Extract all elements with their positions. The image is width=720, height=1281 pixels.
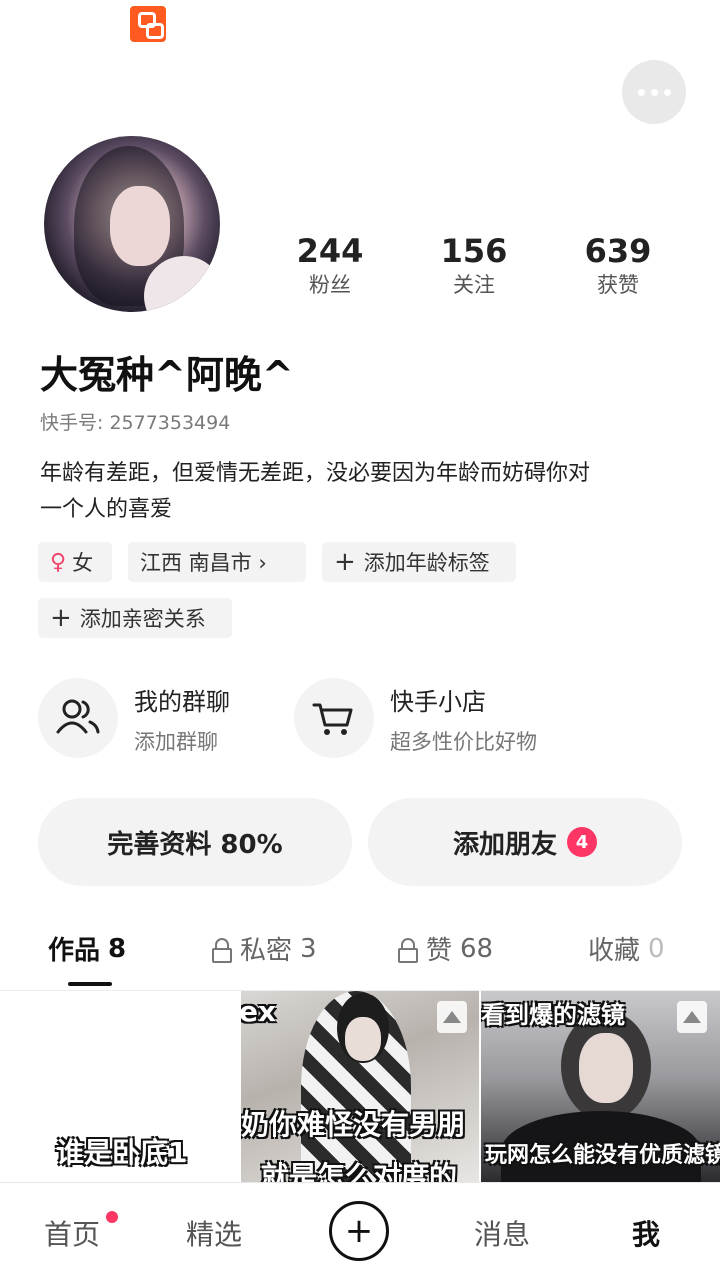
active-tab-indicator [68,982,112,986]
works-grid: 谁是卧底1 ex 奶你难怪没有男朋 就是怎么对度的 看到爆的滤镜 玩网怎么能没有… [0,990,720,1183]
thumbnail-caption: 奶你难怪没有男朋 [241,1108,466,1141]
tab-count: 68 [460,933,494,964]
add-relation-button[interactable]: + 添加亲密关系 [38,598,232,638]
user-id[interactable]: 快手号: 2577353494 [40,408,230,435]
work-thumbnail[interactable]: ex 奶你难怪没有男朋 就是怎么对度的 [241,991,479,1183]
tab-label: 私密 [240,936,293,966]
group-icon [38,678,118,758]
stat-label: 获赞 [597,273,639,297]
shop-subtitle: 超多性价比好物 [390,730,537,754]
thumbnail-caption: 看到爆的滤镜 [481,1001,625,1029]
image-icon [437,1001,467,1033]
tab-count: 8 [108,933,127,964]
add-age-tag-button[interactable]: + 添加年龄标签 [322,542,516,582]
group-chat-subtitle: 添加群聊 [134,730,218,754]
bio-line: 年龄有差距，但爱情无差距，没必要因为年龄而妨碍你对 [40,461,591,486]
thumbnail-caption: 就是怎么对度的 [261,1160,458,1183]
bio[interactable]: 年龄有差距，但爱情无差距，没必要因为年龄而妨碍你对 一个人的喜爱 [40,456,680,528]
work-thumbnail[interactable]: 看到爆的滤镜 玩网怎么能没有优质滤镜 [481,991,720,1183]
nav-me[interactable]: 我 [632,1213,660,1253]
complete-profile-label: 完善资料 80% [107,829,283,860]
plus-icon: + [344,1211,374,1251]
tab-label: 赞 [426,936,453,966]
stat-value: 244 [296,232,364,270]
group-chat-title: 我的群聊 [134,688,230,716]
stat-value: 156 [440,232,508,270]
more-options-button[interactable] [622,60,686,124]
create-button[interactable]: + [329,1201,389,1261]
tab-label: 收藏 [588,936,641,966]
stat-followers[interactable]: 244 粉丝 [260,232,400,300]
add-friends-button[interactable]: 添加朋友 4 [368,798,682,886]
tab-private[interactable]: 私密 3 [212,930,317,967]
app-logo-icon [130,6,166,42]
nickname: 大冤种^阿晚^ [40,353,294,397]
thumbnail-caption: ex [241,995,277,1028]
female-icon: ♀ [50,549,67,575]
lock-icon [212,937,232,963]
plus-icon: + [50,603,72,633]
lock-icon [398,937,418,963]
thumbnail-caption: 谁是卧底1 [56,1136,188,1169]
gender-tag[interactable]: ♀ 女 [38,542,112,582]
add-age-label: 添加年龄标签 [363,551,490,575]
nav-featured[interactable]: 精选 [186,1213,242,1253]
my-group-chat[interactable]: 我的群聊 添加群聊 [38,678,278,758]
add-friends-label: 添加朋友 [452,829,557,860]
image-icon [677,1001,707,1033]
bottom-nav: 首页 精选 + 消息 我 [0,1182,720,1281]
stat-likes[interactable]: 639 获赞 [548,232,688,300]
friend-request-badge: 4 [567,827,597,857]
bio-line: 一个人的喜爱 [40,497,173,522]
tab-favorites[interactable]: 收藏 0 [588,930,665,967]
location-tag[interactable]: 江西 南昌市 › [128,542,306,582]
stat-value: 639 [584,232,652,270]
gender-label: 女 [72,551,94,575]
status-bar [0,0,720,50]
stat-following[interactable]: 156 关注 [404,232,544,300]
plus-icon: + [334,547,356,577]
shop-title: 快手小店 [390,688,486,716]
tab-count: 0 [648,933,665,964]
stat-label: 粉丝 [309,273,351,297]
tab-works[interactable]: 作品 8 [48,930,126,967]
content-tabs: 作品 8 私密 3 赞 68 收藏 0 [0,920,720,990]
complete-profile-button[interactable]: 完善资料 80% [38,798,352,886]
tab-liked[interactable]: 赞 68 [398,930,493,967]
nav-messages[interactable]: 消息 [474,1213,530,1253]
more-icon [637,88,645,96]
kuaishou-shop[interactable]: 快手小店 超多性价比好物 [294,678,594,758]
stat-label: 关注 [453,273,495,297]
work-thumbnail[interactable]: 谁是卧底1 [0,991,240,1183]
cart-icon [294,678,374,758]
notification-dot [106,1211,118,1223]
location-label: 江西 南昌市 › [140,551,267,575]
tab-count: 3 [300,933,317,964]
thumbnail-caption: 玩网怎么能没有优质滤镜 [485,1143,720,1168]
nav-home[interactable]: 首页 [44,1213,100,1253]
add-relation-label: 添加亲密关系 [79,607,206,631]
avatar[interactable] [44,136,220,312]
tab-label: 作品 [48,936,101,966]
